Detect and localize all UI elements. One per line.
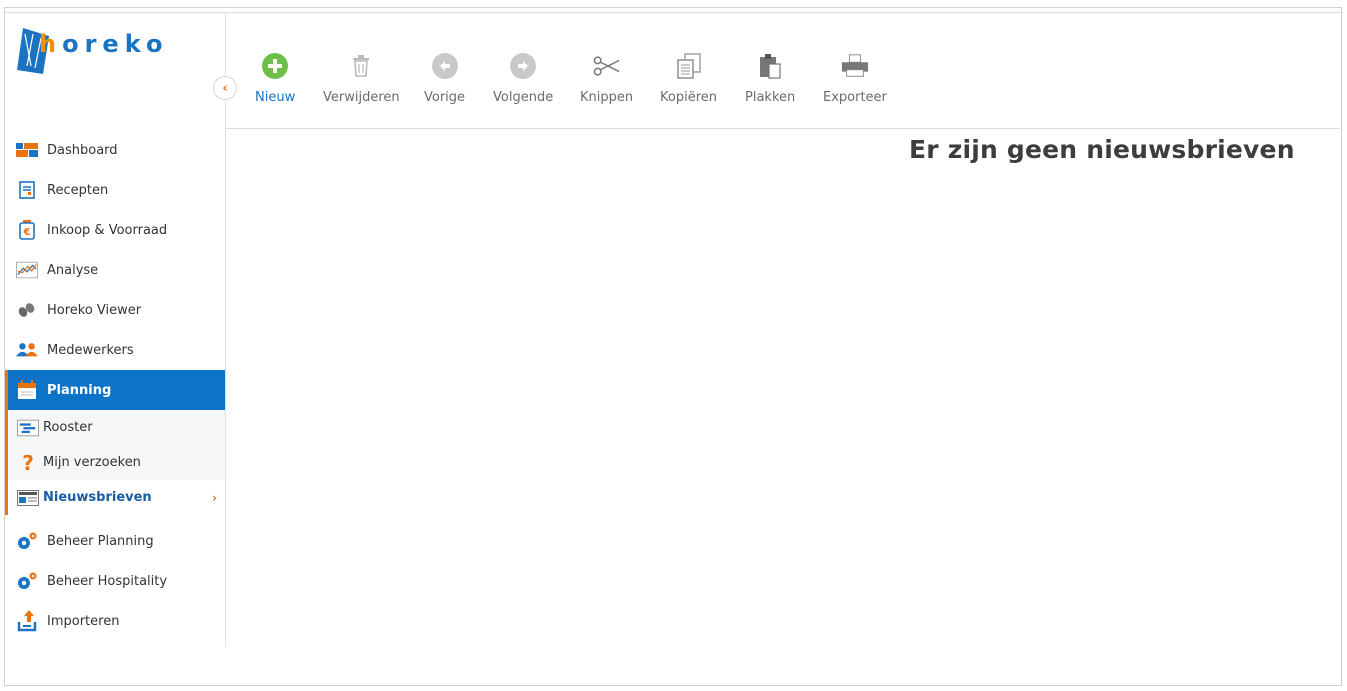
sidebar-subitem-mijn-verzoeken[interactable]: ? Mijn verzoeken — [8, 445, 225, 480]
calendar-icon — [16, 380, 38, 400]
copy-button-label: Kopiëren — [660, 90, 717, 105]
paste-button-label: Plakken — [745, 90, 796, 105]
schedule-icon — [17, 418, 39, 438]
gears-icon — [16, 571, 38, 591]
sidebar-subitem-label: Nieuwsbrieven — [43, 490, 152, 505]
euro-jar-icon: € — [16, 220, 38, 240]
logo-text: horeko — [39, 30, 169, 58]
sidebar-subitem-nieuwsbrieven[interactable]: Nieuwsbrieven › — [8, 480, 225, 515]
svg-text:€: € — [23, 227, 31, 238]
sidebar-item-importeren[interactable]: Importeren — [5, 601, 225, 641]
sidebar-item-horeko-viewer[interactable]: Horeko Viewer — [5, 290, 225, 330]
export-button-label: Exporteer — [823, 90, 887, 105]
dashboard-icon — [16, 140, 38, 160]
users-icon — [16, 340, 38, 360]
chart-icon — [16, 260, 38, 280]
sidebar-item-label: Horeko Viewer — [47, 302, 142, 318]
arrow-left-icon — [431, 52, 459, 80]
sidebar-subitem-rooster[interactable]: Rooster — [8, 410, 225, 445]
question-icon: ? — [22, 450, 34, 475]
sidebar-subitem-label: Rooster — [43, 420, 93, 435]
paste-icon — [756, 52, 784, 80]
sidebar-item-label: Recepten — [47, 182, 109, 198]
sidebar-item-label: Importeren — [47, 613, 120, 629]
export-button[interactable]: Exporteer — [823, 52, 887, 105]
copy-button[interactable]: Kopiëren — [660, 52, 717, 105]
sidebar-item-label: Analyse — [47, 262, 99, 278]
recipe-icon — [16, 180, 38, 200]
chevron-left-icon: ‹ — [222, 80, 228, 96]
sidebar-nav: Dashboard Recepten € Inkoop & Voorraad A… — [5, 130, 225, 641]
new-button-label: Nieuw — [255, 90, 296, 105]
next-button[interactable]: Volgende — [493, 52, 553, 105]
chevron-right-icon: › — [212, 490, 217, 505]
delete-button[interactable]: Verwijderen — [323, 52, 400, 105]
cut-button[interactable]: Knippen — [580, 52, 633, 105]
sidebar-item-label: Dashboard — [47, 142, 118, 158]
sidebar-item-beheer-planning[interactable]: Beheer Planning — [5, 521, 225, 561]
sidebar-item-inkoop-voorraad[interactable]: € Inkoop & Voorraad — [5, 210, 225, 250]
scissors-icon — [593, 52, 621, 80]
sidebar-item-dashboard[interactable]: Dashboard — [5, 130, 225, 170]
copy-icon — [675, 52, 703, 80]
cut-button-label: Knippen — [580, 90, 634, 105]
sidebar-item-label: Beheer Planning — [47, 533, 154, 549]
sidebar-item-label: Beheer Hospitality — [47, 573, 168, 589]
next-button-label: Volgende — [493, 90, 554, 105]
sidebar-item-beheer-hospitality[interactable]: Beheer Hospitality — [5, 561, 225, 601]
arrow-right-icon — [509, 52, 537, 80]
sidebar-item-label: Planning — [47, 382, 112, 398]
collapse-sidebar-button[interactable]: ‹ — [213, 76, 237, 100]
sidebar-item-planning[interactable]: Planning — [5, 370, 225, 410]
binoculars-icon — [16, 300, 38, 320]
empty-state-message: Er zijn geen nieuwsbrieven — [909, 135, 1295, 164]
previous-button[interactable]: Vorige — [424, 52, 465, 105]
sidebar-item-label: Inkoop & Voorraad — [47, 222, 168, 238]
add-icon — [261, 52, 289, 80]
trash-icon — [347, 52, 375, 80]
sidebar-item-label: Medewerkers — [47, 342, 134, 358]
sidebar-item-analyse[interactable]: Analyse — [5, 250, 225, 290]
new-button[interactable]: Nieuw — [255, 52, 295, 105]
paste-button[interactable]: Plakken — [745, 52, 795, 105]
sidebar-item-medewerkers[interactable]: Medewerkers — [5, 330, 225, 370]
printer-icon — [841, 52, 869, 80]
gears-icon — [16, 531, 38, 551]
planning-submenu: Rooster ? Mijn verzoeken Nieuwsbrieven › — [5, 410, 225, 515]
previous-button-label: Vorige — [424, 90, 466, 105]
sidebar-item-recepten[interactable]: Recepten — [5, 170, 225, 210]
newsletter-icon — [17, 488, 39, 508]
delete-button-label: Verwijderen — [323, 90, 400, 105]
sidebar-subitem-label: Mijn verzoeken — [43, 455, 141, 470]
upload-icon — [16, 610, 38, 632]
